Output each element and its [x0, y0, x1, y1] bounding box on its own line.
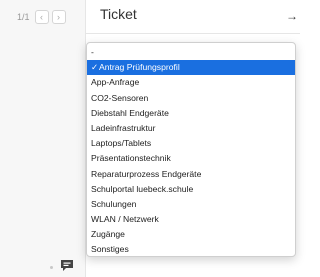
dropdown-option[interactable]: CO2-Sensoren	[87, 91, 295, 106]
dropdown-option-label: Schulportal luebeck.schule	[91, 183, 194, 194]
pager-count: 1/1	[17, 12, 30, 22]
dropdown-option[interactable]: Sonstiges	[87, 242, 295, 256]
dropdown-option[interactable]: Reparaturprozess Endgeräte	[87, 167, 295, 182]
check-icon: ✓	[91, 62, 99, 73]
dropdown-option-label: App-Anfrage	[91, 77, 140, 88]
pager: 1/1 ‹ ›	[17, 10, 66, 24]
arrow-right-icon[interactable]: →	[286, 9, 298, 23]
panel-title: Ticket	[100, 6, 137, 22]
dropdown-option-label: -	[91, 47, 94, 57]
dropdown-option[interactable]: Laptops/Tablets	[87, 136, 295, 151]
option-list: - ✓Antrag Prüfungsprofil App-Anfrage CO2-Se…	[87, 43, 295, 256]
pager-prev-button[interactable]: ‹	[34, 10, 49, 24]
dropdown-option[interactable]: Diebstahl Endgeräte	[87, 106, 295, 121]
dropdown-option[interactable]: WLAN / Netzwerk	[87, 212, 295, 227]
dropdown-option-label: Reparaturprozess Endgeräte	[91, 168, 202, 179]
chat-button[interactable]	[58, 257, 76, 273]
dropdown-option-label: Diebstahl Endgeräte	[91, 107, 169, 118]
dropdown-option-label: Sonstiges	[91, 244, 129, 255]
dropdown-option[interactable]: App-Anfrage	[87, 75, 295, 90]
chevron-left-icon: ‹	[40, 12, 44, 22]
pager-next-button[interactable]: ›	[51, 10, 66, 24]
dropdown-option[interactable]: Zugänge	[87, 227, 295, 242]
status-dot	[50, 266, 53, 269]
dropdown-option[interactable]: Ladeinfrastruktur	[87, 121, 295, 136]
dropdown-option[interactable]: Präsentationstechnik	[87, 151, 295, 166]
dropdown-option-label: CO2-Sensoren	[91, 92, 149, 103]
dropdown-option-label: Zugänge	[91, 229, 125, 240]
dropdown-option-label: Schulungen	[91, 198, 137, 209]
dropdown-option-label: Antrag Prüfungsprofil	[99, 62, 180, 73]
chat-bubble-icon	[61, 259, 73, 271]
dropdown-option[interactable]: -	[87, 45, 295, 60]
dropdown-option[interactable]: Schulportal luebeck.schule	[87, 182, 295, 197]
dropdown-option-label: Laptops/Tablets	[91, 138, 152, 149]
category-dropdown: - ✓Antrag Prüfungsprofil App-Anfrage CO2-Se…	[86, 42, 296, 257]
chevron-right-icon: ›	[57, 12, 61, 22]
dropdown-option-label: Ladeinfrastruktur	[91, 122, 156, 133]
ticket-list-column: 1/1 ‹ ›	[0, 0, 86, 277]
dropdown-option-label: Präsentationstechnik	[91, 153, 171, 164]
divider	[86, 33, 300, 34]
dropdown-option[interactable]: ✓Antrag Prüfungsprofil	[87, 60, 295, 76]
dropdown-option[interactable]: Schulungen	[87, 197, 295, 212]
dropdown-option-label: WLAN / Netzwerk	[91, 214, 159, 225]
